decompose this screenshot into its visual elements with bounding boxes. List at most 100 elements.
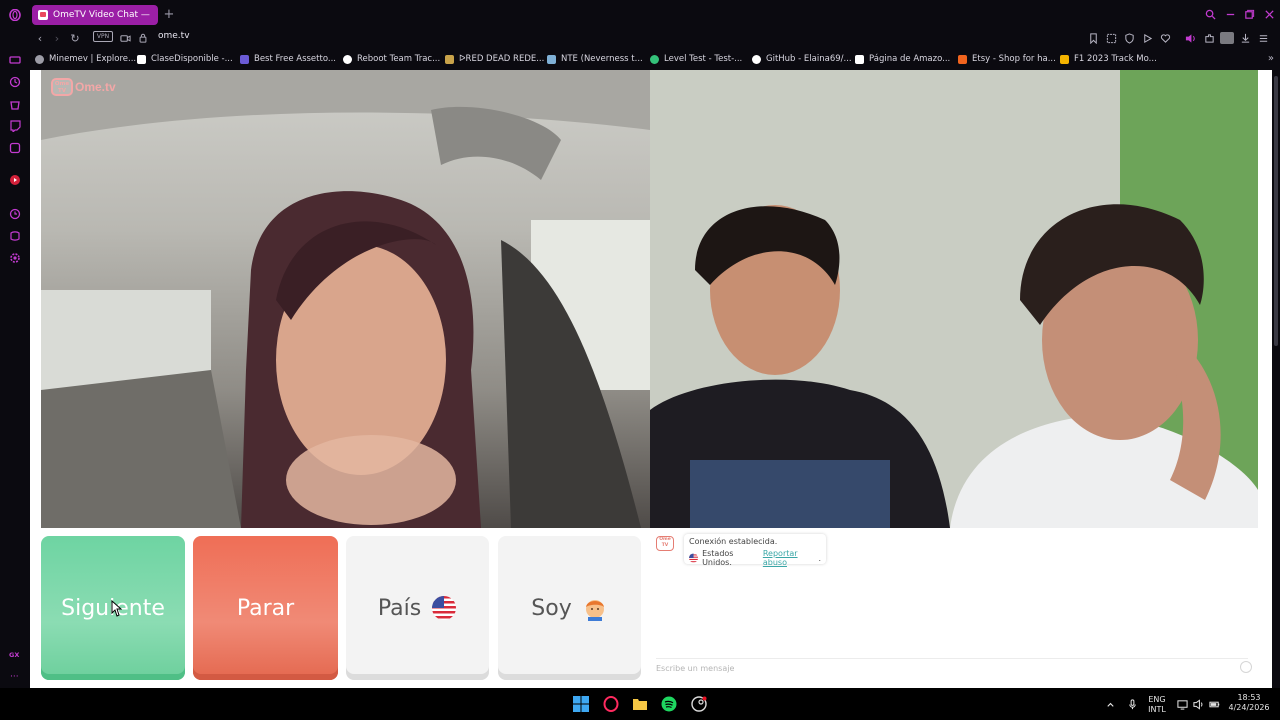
opera-logo-icon[interactable] [8, 8, 22, 22]
gender-button[interactable]: Soy [498, 536, 641, 680]
chat-panel: Ome TV Conexión establecida. Estados Uni… [650, 528, 1258, 688]
gx-badge[interactable]: GX [9, 651, 19, 659]
tray-overflow-icon[interactable] [1104, 698, 1116, 710]
bookmark-label: NTE (Neverness t... [561, 54, 643, 64]
shield-icon[interactable] [1123, 32, 1135, 44]
bookmark-label: Level Test - Test-... [664, 54, 743, 64]
gx-control-icon[interactable] [8, 53, 22, 67]
stop-button[interactable]: Parar [193, 536, 338, 680]
message-input[interactable]: Escribe un mensaje [656, 658, 1248, 678]
clock-icon[interactable] [8, 207, 22, 221]
bookmark-item[interactable]: GitHub - Elaina69/... [752, 53, 852, 65]
drive-icon [1060, 54, 1069, 64]
camera-icon[interactable] [118, 31, 132, 45]
menu-icon[interactable] [1257, 32, 1269, 44]
bookmarks-overflow-icon[interactable]: » [1268, 53, 1274, 64]
download-icon[interactable] [1239, 32, 1251, 44]
url-field[interactable]: ome.tv [158, 31, 190, 41]
windows-start-icon[interactable] [572, 695, 590, 713]
settings-icon[interactable] [8, 251, 22, 265]
ometv-chat-logo: Ome TV [656, 536, 674, 551]
bookmark-label: F1 2023 Track Mo... [1074, 54, 1157, 64]
bookmark-icon[interactable] [1087, 32, 1099, 44]
bookmark-label: ClaseDisponible -... [151, 54, 233, 64]
bookmark-item[interactable]: Página de Amazo... [855, 53, 950, 65]
file-explorer-icon[interactable] [631, 695, 649, 713]
etsy-icon [958, 54, 967, 64]
remote-video-frame [650, 70, 1258, 528]
bookmark-label: Best Free Assetto... [254, 54, 336, 64]
minimize-icon[interactable] [1223, 7, 1237, 21]
profile-avatar[interactable] [1220, 32, 1234, 44]
bookmarks-bar: Minemev | Explore... ClaseDisponible -..… [30, 50, 1280, 68]
bookmark-favicon-icon [445, 54, 454, 64]
system-message: Conexión establecida. Estados Unidos. Re… [684, 534, 826, 567]
bookmark-favicon-icon [240, 54, 249, 64]
new-tab-button[interactable]: + [162, 8, 176, 22]
bookmark-item[interactable]: Etsy - Shop for ha... [958, 53, 1056, 65]
network-icon[interactable] [1176, 698, 1188, 710]
address-bar-row: ‹ › ↻ VPN ome.tv [30, 28, 1280, 48]
vpn-badge[interactable]: VPN [93, 31, 113, 42]
search-tabs-icon[interactable] [1203, 7, 1217, 21]
messenger-icon[interactable] [8, 141, 22, 155]
browser-sidebar: GX ··· [0, 0, 30, 720]
extensions-icon[interactable] [1203, 32, 1215, 44]
bookmark-favicon-icon [547, 54, 556, 64]
bag-icon[interactable] [8, 97, 22, 111]
history-icon[interactable] [8, 75, 22, 89]
page-scrollbar[interactable] [1272, 70, 1280, 688]
language-code: ENG [1148, 695, 1166, 704]
bookmark-item[interactable]: Level Test - Test-... [650, 53, 742, 65]
lock-icon[interactable] [136, 31, 150, 45]
clock[interactable]: 18:53 4/24/2026 [1224, 693, 1274, 713]
bookmark-label: Minemev | Explore... [49, 54, 137, 64]
microphone-icon[interactable] [1126, 698, 1138, 710]
steam-icon[interactable] [690, 695, 708, 713]
bookmark-favicon-icon [650, 54, 659, 64]
report-suffix: . [818, 553, 821, 563]
discord-icon[interactable] [8, 229, 22, 243]
scrollbar-thumb[interactable] [1274, 76, 1278, 346]
restore-icon[interactable] [1242, 7, 1256, 21]
ometv-page: Ome TV Ome.tv Siguiente Parar País [30, 70, 1272, 688]
snapshot-icon[interactable] [1105, 32, 1117, 44]
report-abuse-link[interactable]: Reportar abuso [763, 549, 819, 567]
opera-gx-taskbar-icon[interactable] [602, 695, 620, 713]
play-icon[interactable] [1141, 32, 1153, 44]
country-button[interactable]: País [346, 536, 489, 680]
tab-title: OmeTV Video Chat — [53, 10, 150, 20]
heart-icon[interactable] [1159, 32, 1171, 44]
twitch-icon[interactable] [8, 119, 22, 133]
bookmark-item[interactable]: Reboot Team Trac... [343, 53, 440, 65]
battery-icon[interactable] [1208, 698, 1220, 710]
bookmark-item[interactable]: NTE (Neverness t... [547, 53, 643, 65]
boy-avatar-icon [585, 600, 604, 621]
bookmark-favicon-icon [35, 54, 44, 64]
emoji-icon[interactable] [1240, 661, 1252, 673]
back-icon[interactable]: ‹ [33, 31, 47, 45]
bookmark-label: Página de Amazo... [869, 54, 951, 64]
forward-icon[interactable]: › [50, 31, 64, 45]
bookmark-item[interactable]: Minemev | Explore... [35, 53, 136, 65]
clock-time: 18:53 [1237, 693, 1261, 702]
stop-button-label: Parar [236, 595, 295, 621]
us-flag-icon [689, 553, 699, 563]
bookmark-item[interactable]: ClaseDisponible -... [137, 53, 233, 65]
language-indicator[interactable]: ENG INTL [1146, 695, 1168, 715]
close-icon[interactable] [1262, 7, 1276, 21]
reload-icon[interactable]: ↻ [68, 31, 82, 45]
bookmark-favicon-icon [343, 54, 352, 64]
speaker-icon[interactable] [1184, 32, 1196, 44]
youtube-icon[interactable] [8, 173, 22, 187]
more-icon[interactable]: ··· [10, 672, 19, 682]
volume-icon[interactable] [1192, 698, 1204, 710]
tab-ometv[interactable]: OmeTV Video Chat — [32, 5, 158, 25]
bookmark-item[interactable]: Best Free Assetto... [240, 53, 336, 65]
spotify-icon[interactable] [660, 695, 678, 713]
bookmark-item[interactable]: F1 2023 Track Mo... [1060, 53, 1157, 65]
bookmark-label: GitHub - Elaina69/... [766, 54, 852, 64]
remote-video [650, 70, 1258, 528]
bookmark-item[interactable]: ᐅRED DEAD REDE... [445, 53, 544, 65]
country-button-label: País [377, 595, 422, 621]
